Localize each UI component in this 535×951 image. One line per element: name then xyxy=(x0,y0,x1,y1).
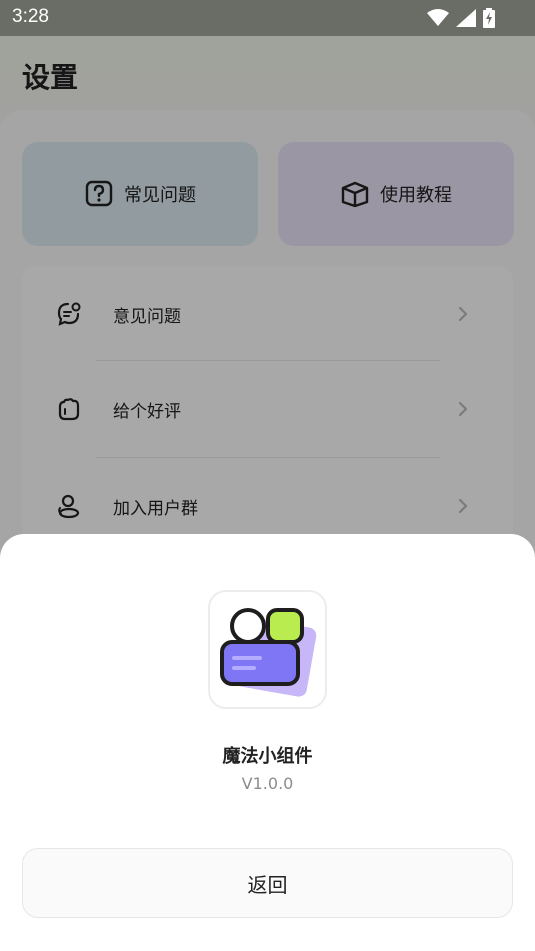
wifi-icon xyxy=(427,9,449,26)
about-bottom-sheet: 魔法小组件 V1.0.0 返回 xyxy=(0,534,535,951)
status-time: 3:28 xyxy=(12,6,49,27)
signal-icon xyxy=(456,9,476,27)
status-bar: 3:28 xyxy=(0,0,535,36)
back-button[interactable]: 返回 xyxy=(22,848,513,918)
widget-app-icon xyxy=(220,608,317,697)
app-name: 魔法小组件 xyxy=(222,746,313,767)
battery-charging-icon xyxy=(483,8,495,28)
app-logo xyxy=(208,590,327,709)
app-version: V1.0.0 xyxy=(241,774,294,793)
